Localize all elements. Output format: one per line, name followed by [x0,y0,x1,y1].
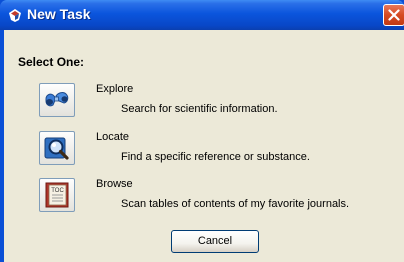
option-locate: Locate Find a specific reference or subs… [4,131,404,173]
select-heading: Select One: [18,55,85,69]
svg-text:TOC: TOC [51,188,64,194]
explore-title[interactable]: Explore [96,83,133,95]
toc-book-icon: TOC [45,182,69,208]
magnifier-icon [44,137,69,160]
browse-description: Scan tables of contents of my favorite j… [121,198,350,210]
close-button[interactable] [383,4,404,26]
binoculars-icon [45,92,69,107]
locate-button[interactable] [39,131,75,165]
cancel-button[interactable]: Cancel [171,230,259,253]
browse-button[interactable]: TOC [39,178,75,212]
app-logo-icon [7,7,23,23]
close-icon [388,9,400,21]
new-task-window: New Task Select One: Explore Search for … [0,0,404,262]
title-bar[interactable]: New Task [0,0,404,30]
option-explore: Explore Search for scientific informatio… [4,83,404,125]
explore-button[interactable] [39,83,75,117]
window-title: New Task [27,6,91,22]
option-browse: TOC Browse Scan tables of contents of my… [4,178,404,220]
dialog-body: Select One: Explore Search for scientifi… [4,30,404,262]
browse-title[interactable]: Browse [96,178,133,190]
locate-description: Find a specific reference or substance. [121,151,310,163]
explore-description: Search for scientific information. [121,103,278,115]
locate-title[interactable]: Locate [96,131,129,143]
